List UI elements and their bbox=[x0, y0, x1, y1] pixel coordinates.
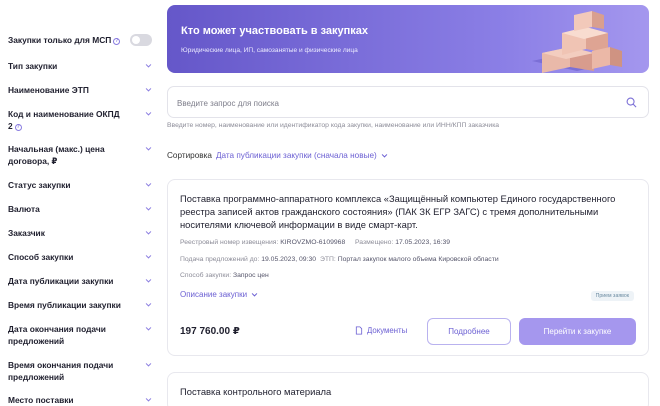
filter-etp[interactable]: Наименование ЭТП bbox=[8, 84, 152, 96]
participants-banner[interactable]: Кто может участвовать в закупках Юридиче… bbox=[167, 5, 649, 73]
document-icon bbox=[355, 326, 363, 335]
chevron-down-icon bbox=[145, 147, 152, 151]
filter-msp-only[interactable]: Закупки только для МСП? bbox=[8, 34, 152, 46]
placed-date: Размещено: 17.05.2023, 16:39 bbox=[355, 239, 451, 246]
chevron-down-icon bbox=[145, 64, 152, 68]
tender-card: Поставка программно-аппаратного комплекс… bbox=[167, 179, 649, 356]
chevron-down-icon[interactable] bbox=[381, 152, 388, 159]
chevron-down-icon bbox=[145, 398, 152, 402]
tender-price: 197 760.00 ₽ bbox=[180, 326, 240, 337]
search-icon[interactable] bbox=[626, 97, 637, 108]
chevron-down-icon bbox=[145, 363, 152, 367]
search-box bbox=[167, 86, 649, 118]
procurement-method: Способ закупки: Запрос цен bbox=[180, 272, 269, 279]
banner-subtitle: Юридические лица, ИП, самозанятые и физи… bbox=[181, 47, 358, 54]
tender-card: Поставка контрольного материала bbox=[167, 372, 649, 406]
filter-place[interactable]: Место поставки bbox=[8, 394, 152, 406]
reg-number: Реестровый номер извещения: KIROVZMO-610… bbox=[180, 239, 346, 246]
filter-end-time[interactable]: Время окончания подачи предложений bbox=[8, 359, 152, 383]
description-toggle[interactable]: Описание закупки bbox=[180, 290, 258, 299]
filter-method[interactable]: Способ закупки bbox=[8, 251, 152, 263]
chevron-down-icon bbox=[145, 255, 152, 259]
tender-title[interactable]: Поставка контрольного материала bbox=[180, 386, 331, 397]
status-badge: Прием заявок bbox=[590, 291, 634, 301]
sort-control: Сортировка Дата публикации закупки (снач… bbox=[167, 151, 388, 160]
go-to-tender-button[interactable]: Перейти к закупке bbox=[519, 318, 636, 345]
chevron-down-icon bbox=[145, 88, 152, 92]
chevron-down-icon bbox=[145, 231, 152, 235]
chevron-down-icon bbox=[145, 279, 152, 283]
chevron-down-icon bbox=[145, 303, 152, 307]
filter-label: Закупки только для МСП? bbox=[8, 35, 121, 45]
filter-label: Код и наименование ОКПД 2? bbox=[8, 109, 120, 131]
msp-toggle[interactable] bbox=[130, 34, 152, 46]
banner-title: Кто может участвовать в закупках bbox=[181, 25, 369, 37]
search-hint: Введите номер, наименование или идентифи… bbox=[167, 122, 500, 129]
filter-pub-time[interactable]: Время публикации закупки bbox=[8, 299, 152, 311]
filter-currency[interactable]: Валюта bbox=[8, 203, 152, 215]
filter-status[interactable]: Статус закупки bbox=[8, 179, 152, 191]
chevron-down-icon bbox=[251, 293, 258, 297]
chevron-down-icon bbox=[145, 207, 152, 211]
etp-info: ЭТП: Портал закупок малого объема Кировс… bbox=[320, 256, 499, 263]
details-button[interactable]: Подробнее bbox=[427, 318, 511, 345]
search-input[interactable] bbox=[177, 95, 617, 111]
info-icon[interactable]: ? bbox=[14, 124, 22, 131]
chevron-down-icon bbox=[145, 327, 152, 331]
deadline: Подача предложений до: 19.05.2023, 09:30 bbox=[180, 256, 317, 263]
filter-pub-date[interactable]: Дата публикации закупки bbox=[8, 275, 152, 287]
boxes-illustration bbox=[532, 11, 622, 73]
filters-sidebar: Закупки только для МСП? Тип закупки Наим… bbox=[0, 0, 158, 406]
chevron-down-icon bbox=[145, 183, 152, 187]
info-icon[interactable]: ? bbox=[113, 38, 121, 45]
filter-type[interactable]: Тип закупки bbox=[8, 60, 152, 72]
filter-end-date[interactable]: Дата окончания подачи предложений bbox=[8, 323, 152, 347]
filter-customer[interactable]: Заказчик bbox=[8, 227, 152, 239]
filter-okpd[interactable]: Код и наименование ОКПД 2? bbox=[8, 108, 152, 132]
sort-value[interactable]: Дата публикации закупки (сначала новые) bbox=[216, 151, 377, 160]
chevron-down-icon bbox=[145, 112, 152, 116]
documents-link[interactable]: Документы bbox=[355, 326, 407, 335]
tender-title[interactable]: Поставка программно-аппаратного комплекс… bbox=[180, 192, 640, 231]
sort-label: Сортировка bbox=[167, 151, 212, 160]
filter-price[interactable]: Начальная (макс.) цена договора, ₽ bbox=[8, 143, 152, 167]
